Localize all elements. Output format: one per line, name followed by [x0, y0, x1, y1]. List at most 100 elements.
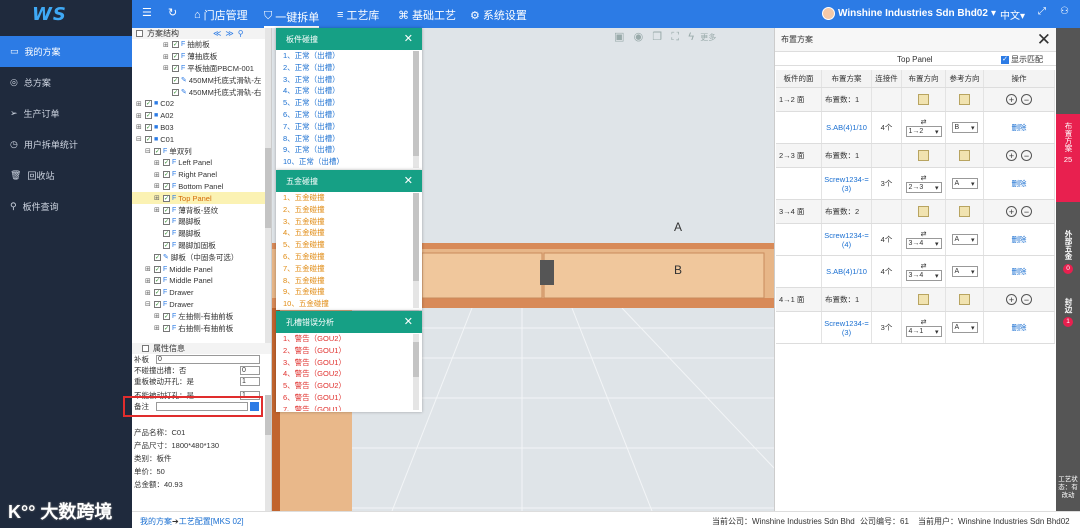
dialog-list-item[interactable]: 9、五金碰撞 — [276, 286, 422, 298]
checkbox-checked-icon[interactable]: ✓ — [163, 206, 170, 214]
tree-node[interactable]: ✓ ✎ 450MM托底式滑轨-右 — [132, 86, 271, 98]
collapse-all-icon[interactable]: ≫ — [225, 29, 233, 38]
checkbox-checked-icon[interactable]: ✓ — [154, 277, 161, 285]
expand-all-icon[interactable]: ≪ — [213, 29, 221, 38]
dialog-list-item[interactable]: 5、五金碰撞 — [276, 239, 422, 251]
tree-node[interactable]: ⊞ ✓ F 薄抽底板 — [132, 51, 271, 63]
delete-link[interactable]: 删除 — [984, 168, 1055, 199]
edit-icon[interactable] — [918, 150, 929, 161]
dialog-list-item[interactable]: 10、正常（出槽） — [276, 156, 422, 168]
expand-toggle-icon[interactable]: ⊞ — [163, 64, 170, 72]
tree-node[interactable]: ⊞ ✓ F Left Panel — [132, 157, 271, 169]
expand-toggle-icon[interactable]: ⊟ — [145, 300, 152, 308]
lightning-icon[interactable]: ϟ — [688, 31, 694, 43]
delete-link[interactable]: 删除 — [984, 256, 1055, 287]
direction-select[interactable]: 2→3 ▾ — [905, 182, 942, 193]
sidebar-item-recycle-bin[interactable]: 🗑 回收站 — [0, 160, 132, 191]
layers-icon[interactable]: ❐ — [652, 31, 662, 43]
checkbox-checked-icon[interactable]: ✓ — [163, 194, 170, 202]
dialog-list-item[interactable]: 8、正常（出槽） — [276, 133, 422, 145]
company-menu[interactable]: Winshine Industries Sdn Bhd02 ▾ — [822, 7, 996, 20]
layout-scheme-link[interactable]: Screw1234-=(4) — [822, 224, 872, 255]
checkbox-checked-icon[interactable]: ✓ — [145, 123, 152, 131]
edit-icon[interactable] — [918, 294, 929, 305]
refresh-icon[interactable]: ↻ — [168, 6, 177, 19]
tree-node[interactable]: ⊞ ✓ F Right Panel — [132, 169, 271, 181]
fit-icon[interactable]: ⛶ — [671, 31, 679, 43]
layout-scheme-link[interactable]: Screw1234-=(3) — [822, 312, 872, 343]
dialog-list-item[interactable]: 1、正常（出槽） — [276, 50, 422, 62]
checkbox-checked-icon[interactable]: ✓ — [145, 112, 152, 120]
nav-one-click-split[interactable]: ⛉ 一键拆单 — [264, 7, 320, 28]
checkbox-checked-icon[interactable]: ✓ — [154, 147, 161, 155]
sidebar-item-my-plans[interactable]: ▭ 我的方案 — [0, 36, 132, 67]
checkbox-checked-icon[interactable]: ✓ — [172, 64, 179, 72]
remove-icon[interactable]: − — [1021, 294, 1032, 305]
checkbox-checked-icon[interactable]: ✓ — [1001, 55, 1009, 64]
add-icon[interactable]: + — [1006, 206, 1017, 217]
tree-node[interactable]: ⊞ ✓ F 薄背板-竖纹 — [132, 204, 271, 216]
tree-node[interactable]: ⊞ ✓ ■ C02 — [132, 98, 271, 110]
reference-select[interactable]: A ▾ — [951, 234, 978, 245]
dialog-scrollbar[interactable] — [413, 334, 419, 410]
passive-drill-input[interactable]: 1 — [240, 377, 260, 386]
layout-scheme-link[interactable]: S.AB(4)1/10 — [822, 256, 872, 287]
dialog-scrollbar[interactable] — [413, 193, 419, 308]
expand-toggle-icon[interactable]: ⊟ — [145, 147, 152, 155]
expand-toggle-icon[interactable]: ⊞ — [154, 312, 161, 320]
add-icon[interactable]: + — [1006, 294, 1017, 305]
dialog-list-item[interactable]: 7、五金碰撞 — [276, 263, 422, 275]
menu-toggle-icon[interactable]: ☰ — [142, 6, 152, 19]
expand-toggle-icon[interactable]: ⊞ — [154, 194, 161, 202]
checkbox-checked-icon[interactable]: ✓ — [145, 135, 152, 143]
show-match-toggle[interactable]: ✓ 显示匹配 — [1001, 54, 1043, 65]
user-icon[interactable]: ⚇ — [1060, 6, 1069, 17]
remove-icon[interactable]: − — [1021, 150, 1032, 161]
checkbox-checked-icon[interactable]: ✓ — [172, 76, 179, 84]
dialog-list-item[interactable]: 10、五金碰撞 — [276, 298, 422, 310]
dialog-list-item[interactable]: 4、正常（出槽） — [276, 85, 422, 97]
no-collision-input[interactable]: 0 — [240, 366, 260, 375]
fill-panel-input[interactable]: 0 — [156, 355, 260, 364]
nav-process-library[interactable]: ≡ 工艺库 — [337, 7, 379, 23]
remove-icon[interactable]: − — [1021, 94, 1032, 105]
checkbox-checked-icon[interactable]: ✓ — [172, 41, 179, 49]
dialog-list-item[interactable]: 5、正常（出槽） — [276, 97, 422, 109]
close-icon[interactable]: ✕ — [1037, 30, 1051, 50]
tree-node[interactable]: ⊞ ✓ F Top Panel — [132, 192, 271, 205]
expand-toggle-icon[interactable]: ⊞ — [154, 159, 161, 167]
expand-toggle-icon[interactable]: ⊞ — [154, 206, 161, 214]
language-selector[interactable]: 中文▾ — [1000, 7, 1025, 22]
expand-toggle-icon[interactable]: ⊞ — [145, 289, 152, 297]
expand-toggle-icon[interactable]: ⊞ — [136, 100, 143, 108]
tree-node[interactable]: ⊞ ✓ F 左抽侧-有抽前板 — [132, 310, 271, 322]
tree-node[interactable]: ✓ ✎ 脚板（中固条可选） — [132, 251, 271, 263]
expand-toggle-icon[interactable]: ⊞ — [154, 182, 161, 190]
sidebar-item-user-split-stats[interactable]: ◷ 用户拆单统计 — [0, 129, 132, 160]
tab-edge-banding[interactable]: 封边 1 — [1056, 298, 1080, 338]
expand-toggle-icon[interactable]: ⊞ — [145, 265, 152, 273]
tree-search-icon[interactable]: ⚲ — [238, 29, 244, 38]
dialog-list-item[interactable]: 7、警告（GOU1） — [276, 404, 422, 411]
checkbox-checked-icon[interactable]: ✓ — [163, 218, 170, 226]
target-icon[interactable]: ◉ — [634, 31, 644, 43]
attribute-scrollbar[interactable] — [265, 395, 271, 511]
edit-icon[interactable] — [918, 94, 929, 105]
delete-link[interactable]: 删除 — [984, 312, 1055, 343]
dialog-list-item[interactable]: 4、警告（GOU2） — [276, 368, 422, 380]
reference-select[interactable]: A ▾ — [951, 322, 978, 333]
breadcrumb-process-config[interactable]: 工艺配置[MKS 02] — [179, 517, 244, 526]
direction-select[interactable]: 4→1 ▾ — [905, 326, 942, 337]
edit-icon[interactable] — [959, 294, 970, 305]
reference-select[interactable]: A ▾ — [951, 266, 978, 277]
close-icon[interactable]: ✕ — [404, 32, 413, 45]
delete-link[interactable]: 删除 — [984, 224, 1055, 255]
close-icon[interactable]: ✕ — [404, 315, 413, 328]
edit-icon[interactable] — [959, 206, 970, 217]
expand-toggle-icon[interactable]: ⊞ — [154, 324, 161, 332]
checkbox-checked-icon[interactable]: ✓ — [172, 53, 179, 61]
nav-basic-process[interactable]: ⌘ 基础工艺 — [398, 7, 456, 23]
tree-node[interactable]: ✓ F 踢脚加固板 — [132, 240, 271, 252]
checkbox-checked-icon[interactable]: ✓ — [163, 171, 170, 179]
sidebar-item-panel-query[interactable]: ⚲ 板件查询 — [0, 191, 132, 222]
